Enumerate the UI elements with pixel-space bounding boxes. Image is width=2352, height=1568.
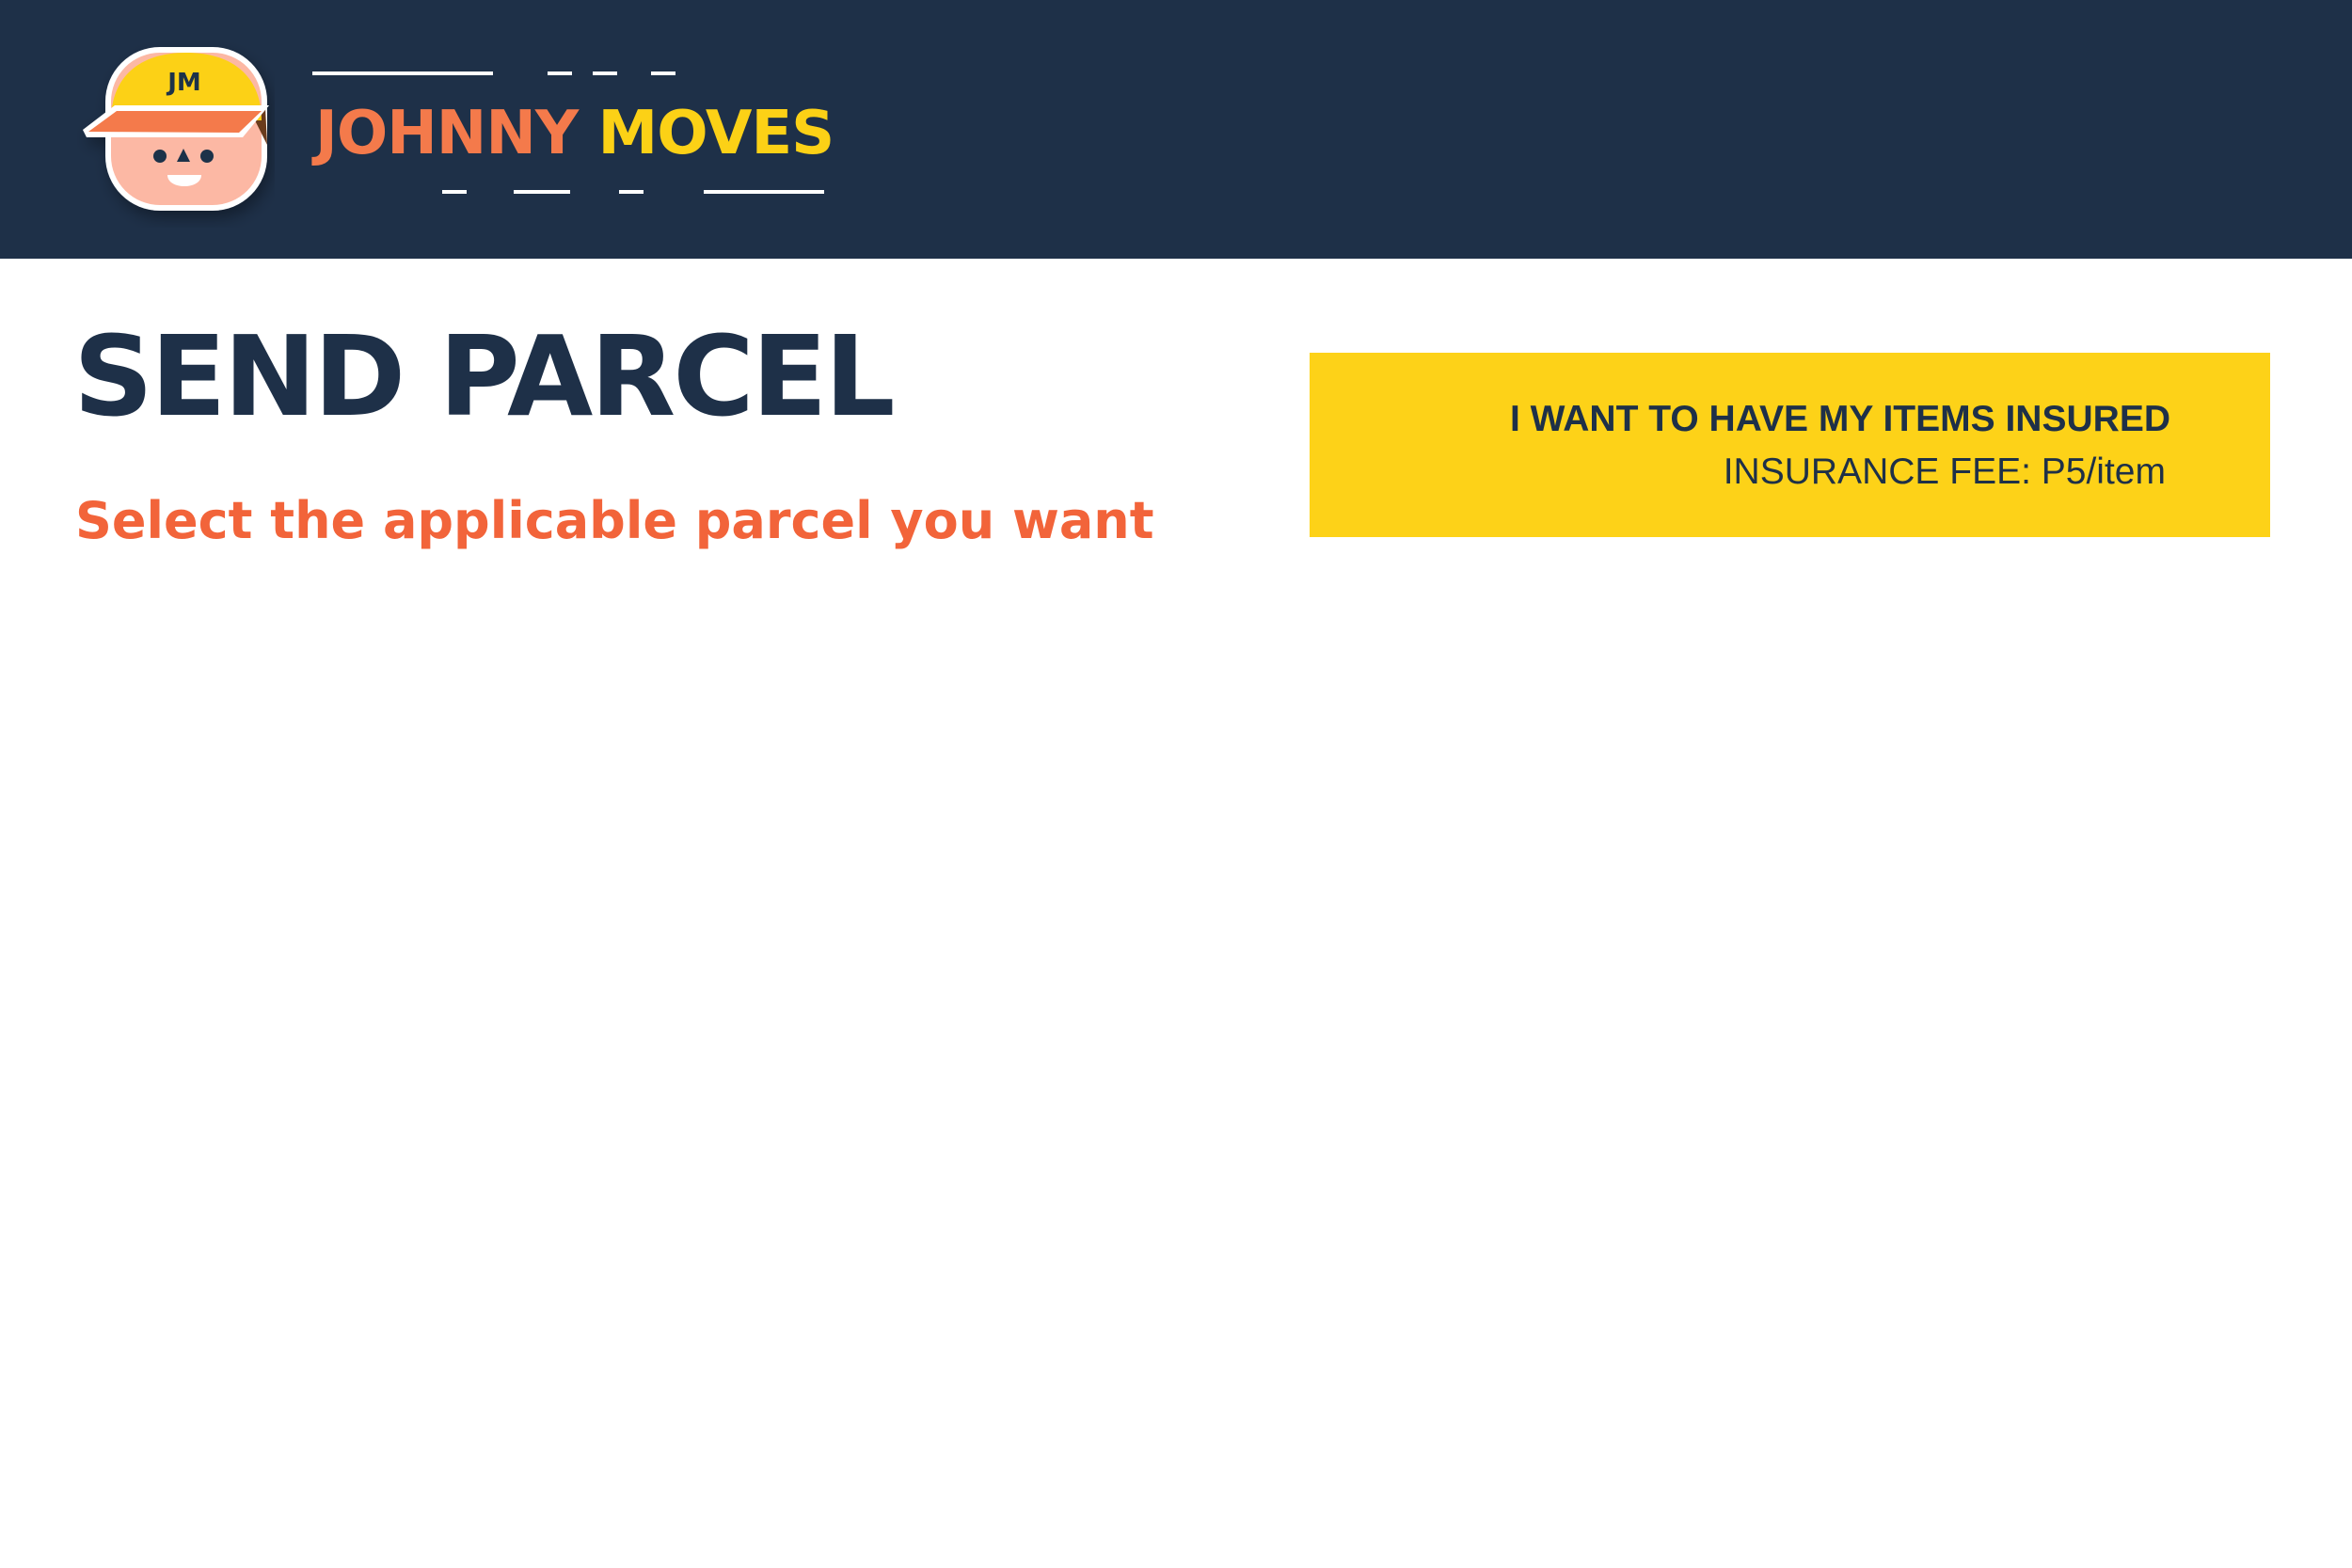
insurance-heading: I WANT TO HAVE MY ITEMS INSURED [1509,399,2170,439]
brand-name: JOHNNY MOVES [315,98,834,170]
insurance-fee: INSURANCE FEE: P5/item [1723,451,2166,492]
logo-initials: JM [166,69,201,97]
brand-name-last: MOVES [597,99,835,168]
app-header: JM JOHNNY MOVES [0,0,2352,259]
brand-wordmark: JOHNNY MOVES [310,64,894,205]
brand-name-first: JOHNNY [315,99,579,168]
insurance-option-button[interactable]: I WANT TO HAVE MY ITEMS INSURED INSURANC… [1310,353,2270,537]
page-subtitle: Select the applicable parcel you want [75,491,1154,550]
page-title: SEND PARCEL [73,311,896,441]
mascot-logo-icon[interactable]: JM [77,40,275,228]
